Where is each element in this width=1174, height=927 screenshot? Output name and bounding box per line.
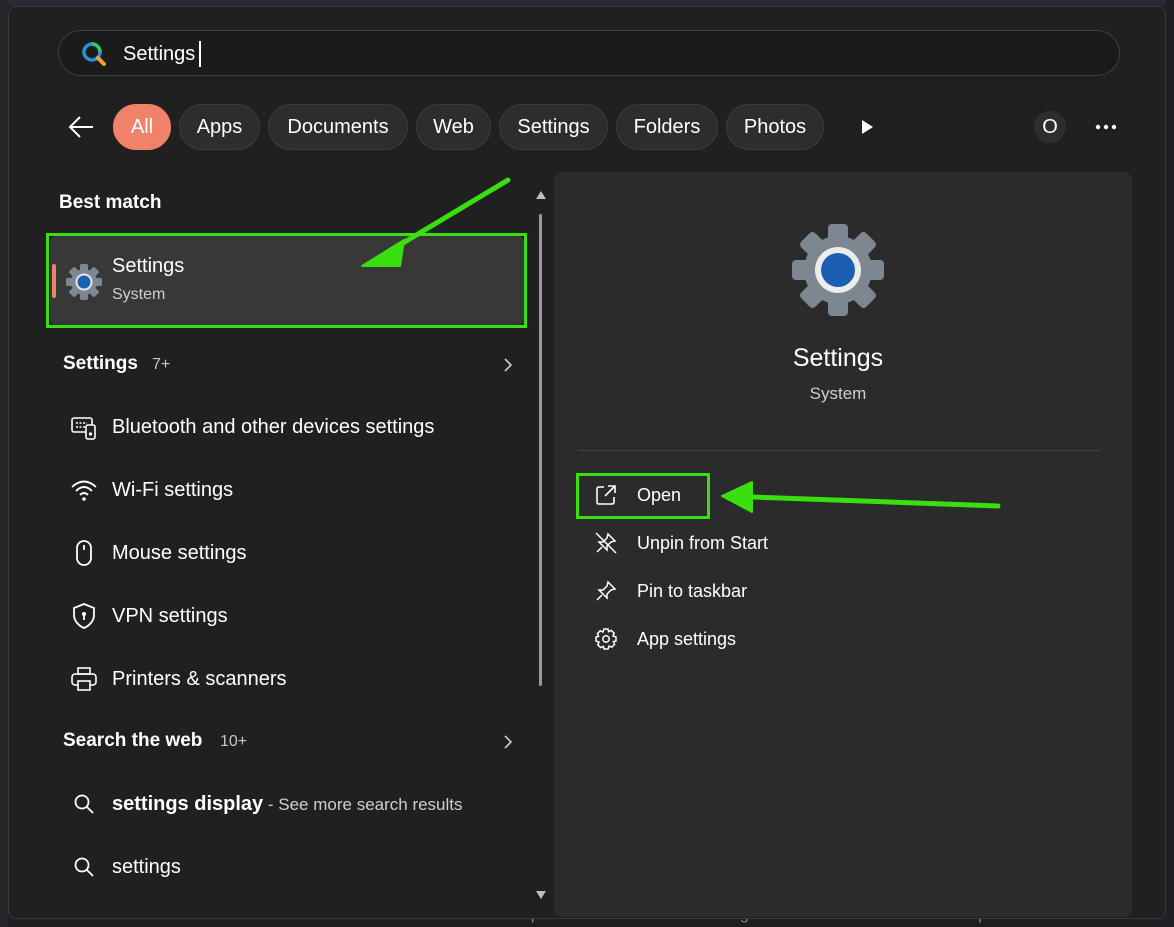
- settings-gear-icon: [792, 224, 884, 316]
- filter-chip-web[interactable]: Web: [416, 104, 491, 150]
- web-result-settings-display[interactable]: settings display - See more search resul…: [50, 776, 528, 832]
- detail-title: Settings: [792, 344, 884, 372]
- search-input[interactable]: [123, 39, 1083, 69]
- scrollbar-thumb[interactable]: [539, 214, 542, 686]
- annotation-highlight-best-match: [46, 233, 527, 328]
- filter-chip-photos[interactable]: Photos: [726, 104, 824, 150]
- settings-section-count: 7+: [152, 356, 171, 373]
- filter-chip-documents[interactable]: Documents: [268, 104, 408, 150]
- search-bar[interactable]: [58, 30, 1120, 76]
- web-section-count: 10+: [220, 733, 248, 750]
- web-query-text: settings display: [112, 792, 264, 815]
- settings-section-heading[interactable]: Settings: [63, 353, 138, 375]
- web-result-settings[interactable]: settings: [50, 839, 528, 895]
- web-section-heading[interactable]: Search the web: [63, 730, 202, 752]
- more-options-button[interactable]: [1090, 112, 1122, 142]
- list-item-printers[interactable]: Printers & scanners: [50, 651, 528, 707]
- best-match-heading: Best match: [59, 192, 162, 213]
- search-icon: [70, 853, 98, 881]
- devices-icon: [70, 413, 98, 441]
- list-item-wifi[interactable]: Wi-Fi settings: [50, 462, 528, 518]
- filter-chip-folders[interactable]: Folders: [616, 104, 718, 150]
- list-item-bluetooth[interactable]: Bluetooth and other devices settings: [50, 399, 528, 455]
- app-settings-action[interactable]: App settings: [586, 619, 986, 659]
- filter-chip-all[interactable]: All: [113, 104, 171, 150]
- account-avatar[interactable]: O: [1034, 111, 1066, 143]
- list-item-mouse[interactable]: Mouse settings: [50, 525, 528, 581]
- filter-chip-apps[interactable]: Apps: [179, 104, 260, 150]
- background-window-right: [1166, 0, 1174, 927]
- detail-divider: [578, 450, 1100, 451]
- scroll-up-arrow-icon[interactable]: [534, 189, 548, 201]
- list-item-vpn[interactable]: VPN settings: [50, 588, 528, 644]
- gear-icon: [594, 627, 618, 651]
- web-query-hint: - See more search results: [263, 794, 463, 814]
- background-window-left: [0, 0, 8, 927]
- scroll-down-arrow-icon[interactable]: [534, 889, 548, 901]
- unpin-icon: [594, 531, 618, 555]
- wifi-icon: [70, 476, 98, 504]
- text-caret: [199, 41, 201, 67]
- annotation-highlight-open: [576, 473, 710, 519]
- play-icon: [862, 120, 873, 134]
- unpin-from-start-action[interactable]: Unpin from Start: [586, 523, 986, 563]
- filter-chip-settings[interactable]: Settings: [499, 104, 608, 150]
- pin-to-taskbar-action[interactable]: Pin to taskbar: [586, 571, 986, 611]
- more-icon: [1095, 124, 1117, 130]
- printer-icon: [70, 665, 98, 693]
- mouse-icon: [70, 539, 98, 567]
- chevron-right-icon[interactable]: [500, 734, 516, 750]
- back-button[interactable]: [64, 110, 98, 144]
- more-filters-button[interactable]: [852, 112, 882, 142]
- pin-icon: [594, 579, 618, 603]
- search-logo-icon: [82, 42, 106, 66]
- detail-subtitle: System: [809, 384, 867, 403]
- search-icon: [70, 790, 98, 818]
- back-arrow-icon: [68, 116, 93, 138]
- chevron-right-icon[interactable]: [500, 357, 516, 373]
- shield-icon: [70, 602, 98, 630]
